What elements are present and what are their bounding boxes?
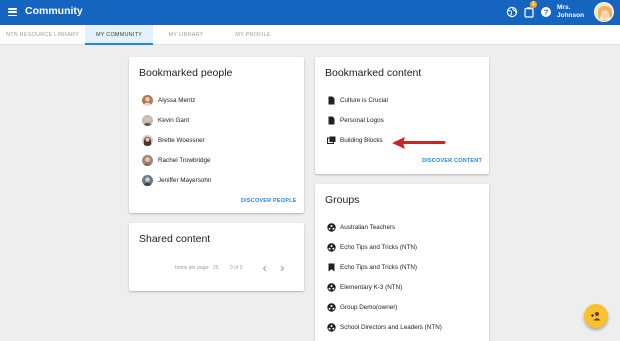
card-title: Shared content [139,233,211,245]
card-title: Bookmarked people [139,67,233,79]
document-icon [327,96,336,105]
group-icon [327,322,336,332]
person-name: Rachel Trowbridge [158,156,211,164]
tab-my-community[interactable]: MY COMMUNITY [85,25,153,45]
group-item[interactable]: Echo Tips and Tricks (NTN) [327,241,417,253]
group-item[interactable]: Group Demo(owner) [327,301,397,313]
group-item[interactable]: School Directors and Leaders (NTN) [327,321,442,333]
group-item[interactable]: Australian Teachers [327,221,395,233]
person-name: Jeniffer Mayersohn [158,176,212,184]
items-per-page-select[interactable]: 25 [213,265,219,271]
person-item[interactable]: Jeniffer Mayersohn [142,174,211,186]
bookmarked-people-card: Bookmarked people Alyssa Mentz Kevin Gan… [129,57,304,213]
shared-content-card: Shared content Items per page: 25 0 of 0 [129,223,304,291]
globe-icon[interactable] [506,6,518,18]
person-name: Brette Woessner [158,136,205,144]
tab-my-library[interactable]: MY LIBRARY [153,25,219,45]
content-title: Building Blocks [340,136,383,144]
items-per-page-label: Items per page: [175,265,210,271]
notification-badge: 1 [530,1,537,8]
card-title: Bookmarked content [325,67,422,79]
person-name: Kevin Gant [158,116,190,124]
group-name: Echo Tips and Tricks (NTN) [340,243,417,251]
add-group-fab[interactable] [584,304,608,328]
content-item[interactable]: Culture is Crucial [327,94,388,106]
content-item[interactable]: Building Blocks [327,134,383,146]
group-name: Echo Tips and Tricks (NTN) [340,263,417,271]
collection-icon [327,136,336,145]
group-name: Australian Teachers [340,223,396,231]
group-icon [327,282,336,292]
help-icon[interactable]: ? [540,6,552,18]
discover-people-link[interactable]: DISCOVER PEOPLE [241,198,297,204]
avatar [142,134,153,146]
user-avatar[interactable] [594,2,614,22]
person-item[interactable]: Rachel Trowbridge [142,154,211,166]
app-bar: Community 1 ? Mrs. Johnson [0,0,620,25]
person-item[interactable]: Kevin Gant [142,114,189,126]
svg-text:?: ? [544,8,549,17]
group-icon [327,302,336,312]
avatar [142,154,153,166]
group-name: School Directors and Leaders (NTN) [340,323,442,331]
page-range: 0 of 0 [230,265,243,271]
bookmark-icon [327,263,336,272]
group-item[interactable]: Echo Tips and Tricks (NTN) [327,261,417,273]
avatar [142,94,153,106]
group-icon [327,222,336,232]
person-item[interactable]: Brette Woessner [142,134,205,146]
menu-icon[interactable] [8,8,17,16]
discover-content-link[interactable]: DISCOVER CONTENT [422,158,482,164]
tab-ntn-resource-library[interactable]: NTN RESOURCE LIBRARY [0,25,85,45]
tab-my-profile[interactable]: MY PROFILE [219,25,287,45]
group-item[interactable]: Elementary K-3 (NTN) [327,281,402,293]
group-add-icon [591,312,601,321]
content-title: Culture is Crucial [340,96,388,104]
content-title: Personal Logos [340,116,384,124]
card-title: Groups [325,194,360,206]
document-icon [327,116,336,125]
person-item[interactable]: Alyssa Mentz [142,94,195,106]
app-title: Community [25,5,83,17]
chevron-right-icon[interactable] [279,265,285,272]
tab-bar: NTN RESOURCE LIBRARY MY COMMUNITY MY LIB… [0,25,620,45]
groups-card: Groups Australian Teachers Echo Tips and… [315,184,489,341]
chevron-left-icon[interactable] [262,265,268,272]
group-name: Elementary K-3 (NTN) [340,283,403,291]
bookmarked-content-card: Bookmarked content Culture is Crucial Pe… [315,57,489,174]
avatar [142,114,153,126]
person-name: Alyssa Mentz [158,96,196,104]
group-name: Group Demo(owner) [340,303,398,311]
group-icon [327,242,336,252]
annotation-arrow-icon [392,137,446,149]
content-item[interactable]: Personal Logos [327,114,384,126]
user-name[interactable]: Mrs. Johnson [557,4,591,20]
avatar [142,174,153,186]
